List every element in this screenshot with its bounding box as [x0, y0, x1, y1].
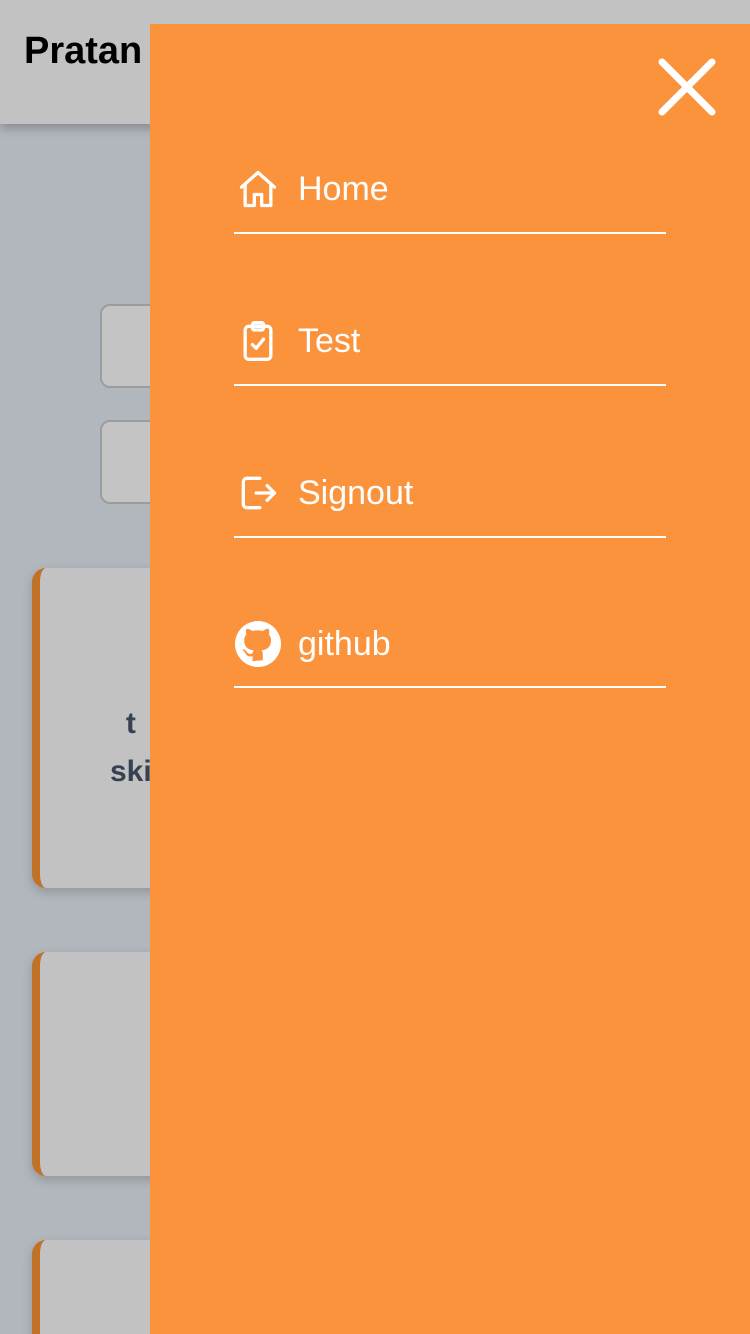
menu-item-label: Test [298, 321, 361, 360]
drawer-menu: Home Test Signout github [234, 146, 666, 688]
menu-item-label: Signout [298, 473, 414, 512]
menu-item-label: Home [298, 169, 389, 208]
menu-item-home[interactable]: Home [234, 146, 666, 234]
menu-item-test[interactable]: Test [234, 298, 666, 386]
clipboard-check-icon [234, 317, 282, 365]
close-drawer-button[interactable] [654, 54, 720, 120]
github-icon [234, 620, 282, 668]
menu-item-signout[interactable]: Signout [234, 450, 666, 538]
logout-icon [234, 469, 282, 517]
card-text: t ski [110, 707, 152, 788]
home-icon [234, 165, 282, 213]
menu-item-github[interactable]: github [234, 602, 666, 688]
app-brand-title[interactable]: Pratan [24, 30, 142, 73]
nav-drawer: Home Test Signout github [150, 24, 750, 1334]
menu-item-label: github [298, 624, 391, 663]
close-icon [658, 58, 716, 116]
